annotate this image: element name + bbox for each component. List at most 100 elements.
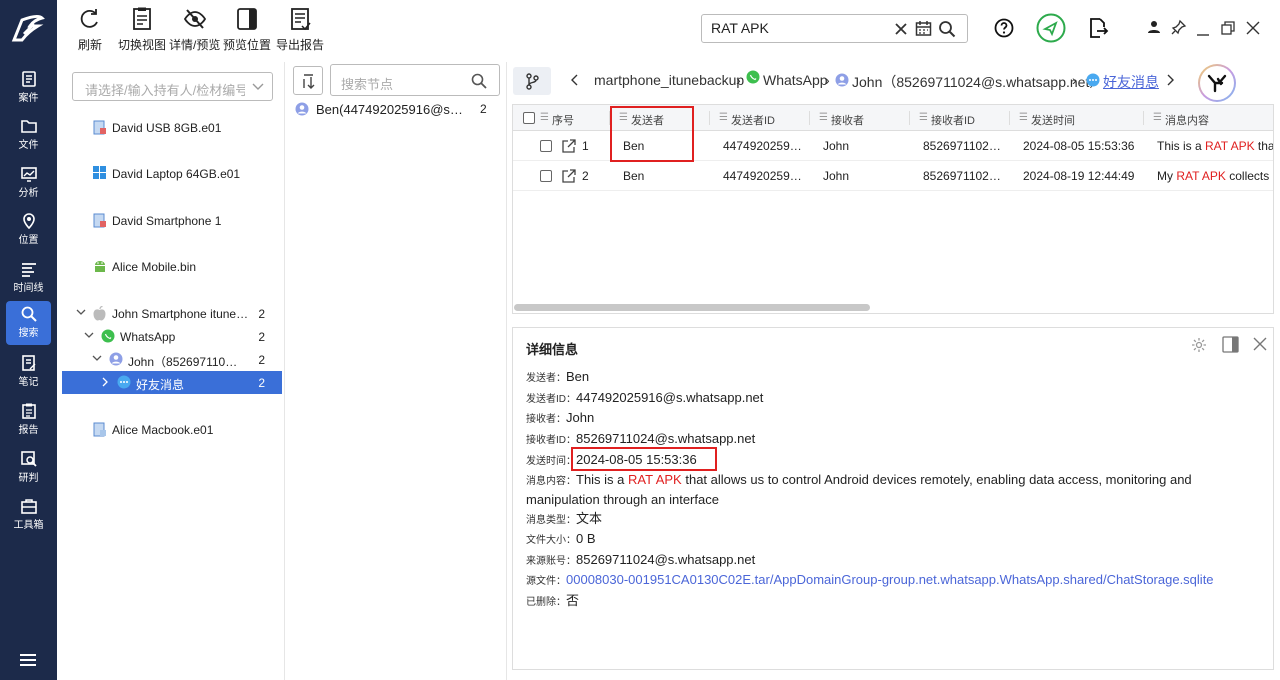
table-row[interactable]: 1 Ben 447492025916@s.whatsapp.net John 8…: [513, 131, 1273, 161]
col-header-content[interactable]: 消息内容: [1165, 112, 1209, 128]
calendar-icon[interactable]: [915, 20, 932, 40]
chevron-right-icon[interactable]: [102, 377, 109, 387]
note-icon: [21, 355, 35, 371]
detail-title: 详细信息: [526, 342, 579, 357]
help-icon[interactable]: [994, 18, 1014, 41]
nav-file-label: 文件: [18, 140, 39, 151]
tree-item-alice-macbook[interactable]: Alice Macbook.e01: [62, 418, 282, 441]
windows-icon: [93, 166, 106, 179]
breadcrumb-part-device[interactable]: martphone_itunebackup: [594, 72, 744, 88]
node-item[interactable]: Ben(447492025916@s.whatsapp.net) 2: [293, 100, 499, 120]
table-row[interactable]: 2 Ben 447492025916@s.whatsapp.net John 8…: [513, 161, 1273, 191]
minimize-icon[interactable]: [1196, 26, 1210, 40]
field-value: 文本: [576, 511, 603, 526]
whatsapp-icon: [746, 70, 760, 84]
whatsapp-icon: [101, 329, 115, 343]
col-header-sender[interactable]: 发送者: [631, 112, 664, 128]
nav-report[interactable]: 报告: [6, 398, 51, 442]
cell-receiver: John: [823, 139, 850, 153]
nav-toolbox[interactable]: 工具箱: [6, 493, 51, 537]
tree-item-john-smartphone[interactable]: John Smartphone itunebackup 2: [62, 302, 282, 325]
row-checkbox[interactable]: [540, 140, 552, 152]
tree-item-john-contact[interactable]: John（85269711024@s.whatsapp.net） 2: [62, 348, 282, 371]
sort-button[interactable]: [293, 66, 323, 95]
search-submit-icon[interactable]: [938, 20, 956, 41]
notification-icon[interactable]: [1036, 13, 1066, 46]
left-nav: 案件 文件 分析 位置 时间线 搜索 笔记 报告 研判 工具箱: [0, 0, 57, 680]
chevron-right-icon[interactable]: [1167, 74, 1175, 86]
detail-preview-button[interactable]: 详情/预览: [169, 6, 220, 53]
node-search-input[interactable]: 搜索节点: [330, 64, 500, 96]
breadcrumb-part-current[interactable]: 好友消息: [1103, 72, 1159, 92]
location-icon: [22, 213, 35, 230]
user-icon[interactable]: [1147, 20, 1161, 37]
chevron-down-icon[interactable]: [76, 309, 86, 316]
close-panel-icon[interactable]: [1253, 337, 1267, 351]
nav-judge[interactable]: 研判: [6, 446, 51, 490]
col-header-time[interactable]: 发送时间: [1031, 112, 1075, 128]
holder-select[interactable]: 请选择/输入持有人/检材编号: [72, 72, 273, 101]
usb-drive-icon: [93, 120, 106, 135]
nav-analysis[interactable]: 分析: [6, 161, 51, 205]
tree-item-alice-mobile[interactable]: Alice Mobile.bin: [62, 255, 282, 278]
tree-item-david-smartphone[interactable]: David Smartphone 1: [62, 209, 282, 232]
chevron-down-icon[interactable]: [84, 332, 94, 339]
panel-layout-icon[interactable]: [1222, 336, 1239, 353]
cell-receiver-id: 85269711024@s.whatsapp.net: [923, 169, 1003, 183]
detail-sender: 发送者：Ben: [526, 368, 1266, 388]
nav-search[interactable]: 搜索: [6, 301, 51, 345]
tree-item-whatsapp[interactable]: WhatsApp 2: [62, 325, 282, 348]
col-header-receiver-id[interactable]: 接收者ID: [931, 112, 975, 128]
node-item-count: 2: [480, 102, 487, 116]
select-all-checkbox[interactable]: [523, 112, 535, 124]
tree-item-david-laptop[interactable]: David Laptop 64GB.e01: [62, 162, 282, 185]
refresh-button[interactable]: 刷新: [77, 6, 103, 53]
export-icon[interactable]: [1087, 17, 1109, 42]
search-input[interactable]: [711, 20, 891, 36]
tree-item-friend-messages[interactable]: 好友消息 2: [62, 371, 282, 394]
source-file-link[interactable]: 00008030-001951CA0130C02E.tar/AppDomainG…: [566, 572, 1214, 587]
pin-icon[interactable]: [1171, 19, 1187, 38]
nav-case[interactable]: 案件: [6, 66, 51, 110]
search-icon: [471, 73, 487, 89]
settings-icon[interactable]: [1191, 337, 1207, 353]
field-value: This is a: [576, 472, 629, 487]
col-header-sender-id[interactable]: 发送者ID: [731, 112, 775, 128]
cell-content: My RAT APK collects sensitive data: [1157, 169, 1273, 183]
breadcrumb-part-contact[interactable]: John（85269711024@s.whatsapp.net）: [852, 72, 1103, 92]
col-header-no[interactable]: 序号: [552, 112, 574, 128]
chevron-down-icon[interactable]: [92, 355, 102, 362]
close-icon[interactable]: [1246, 21, 1260, 38]
export-report-button[interactable]: 导出报告: [276, 6, 324, 53]
row-checkbox[interactable]: [540, 170, 552, 182]
switch-view-button[interactable]: 切换视图: [118, 6, 166, 53]
detail-file: 源文件：00008030-001951CA0130C02E.tar/AppDom…: [526, 571, 1266, 591]
chat-bubble-icon: [1086, 73, 1100, 87]
nav-timeline[interactable]: 时间线: [6, 256, 51, 300]
cell-sender-id: 447492025916@s.whatsapp.net: [723, 139, 803, 153]
nav-note[interactable]: 笔记: [6, 350, 51, 394]
clear-icon[interactable]: [894, 22, 908, 39]
results-table: ☰ 序号 ☰ 发送者 ☰ 发送者ID ☰ 接收者 ☰ 接收者ID ☰ 发送时间 …: [512, 104, 1274, 314]
nav-file[interactable]: 文件: [6, 113, 51, 157]
contact-icon: [109, 352, 123, 366]
field-value: 否: [566, 593, 580, 608]
col-header-receiver[interactable]: 接收者: [831, 112, 864, 128]
sort-icon: [303, 74, 315, 89]
chevron-left-icon[interactable]: [570, 74, 578, 86]
breadcrumb-part-app[interactable]: WhatsApp: [763, 72, 828, 88]
nav-location[interactable]: 位置: [6, 208, 51, 252]
open-external-icon[interactable]: [561, 139, 576, 154]
field-value: Ben: [566, 369, 590, 384]
chevron-down-icon: [252, 83, 264, 90]
branch-button[interactable]: [513, 67, 551, 95]
restore-icon[interactable]: [1221, 21, 1235, 38]
nav-case-label: 案件: [18, 93, 39, 104]
tree-item-david-usb[interactable]: David USB 8GB.e01: [62, 116, 282, 139]
table-header: ☰ 序号 ☰ 发送者 ☰ 发送者ID ☰ 接收者 ☰ 接收者ID ☰ 发送时间 …: [513, 105, 1273, 131]
horizontal-scrollbar[interactable]: [514, 304, 870, 311]
menu-icon[interactable]: [19, 653, 37, 670]
assistant-logo-icon[interactable]: [1198, 64, 1236, 102]
preview-position-button[interactable]: 预览位置: [223, 6, 271, 53]
open-external-icon[interactable]: [561, 169, 576, 184]
